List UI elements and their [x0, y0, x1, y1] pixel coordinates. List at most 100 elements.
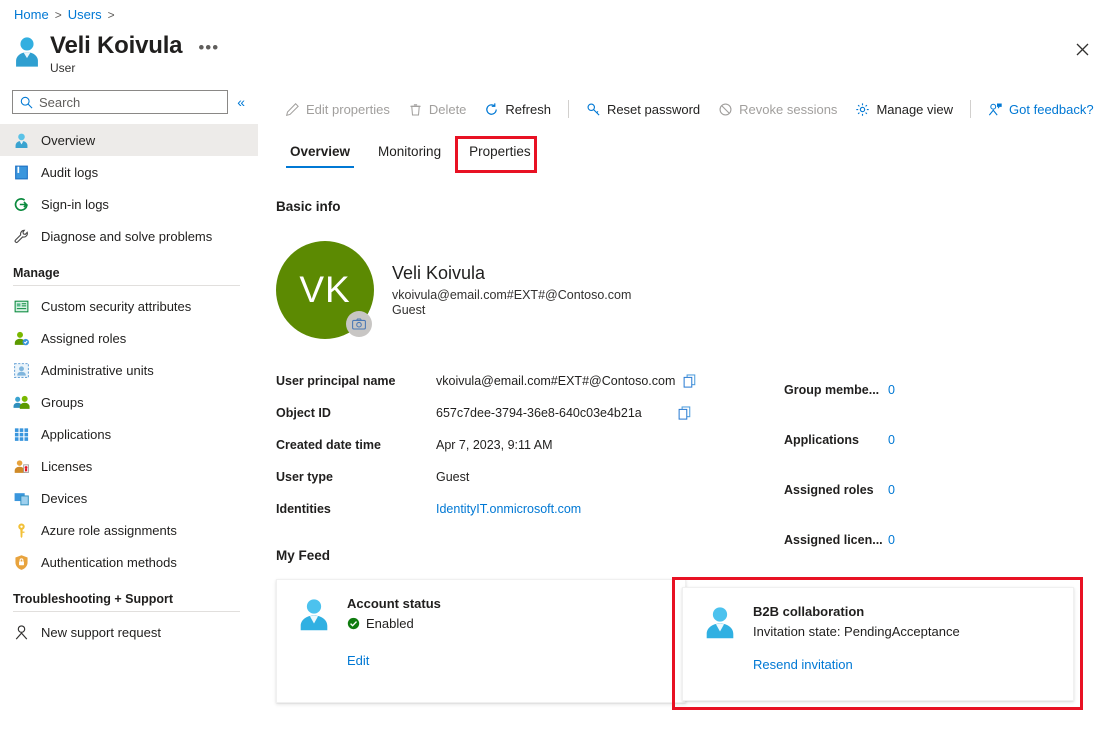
sidebar-item-applications[interactable]: Applications — [0, 418, 258, 450]
search-icon — [20, 96, 33, 108]
count-label: Group membe... — [784, 383, 880, 397]
user-profile: VK Veli Koivula vkoivula@email.com#EXT#@… — [276, 241, 631, 339]
copy-button[interactable] — [678, 405, 692, 421]
count-row-assigned-licenses: Assigned licen... 0 — [784, 515, 895, 565]
account-status-card: Account status Enabled Edit — [276, 579, 686, 703]
sidebar-item-administrative-units[interactable]: Administrative units — [0, 354, 258, 386]
command-label: Got feedback? — [1009, 101, 1094, 117]
sidebar-item-label: Audit logs — [41, 164, 99, 180]
sidebar-item-label: Sign-in logs — [41, 196, 109, 212]
change-photo-button[interactable] — [346, 311, 372, 337]
sidebar: « Overview Audit logs Sign-in logs — [0, 90, 258, 648]
tab-bar: Overview Monitoring Properties — [276, 138, 545, 168]
devices-icon — [14, 492, 29, 505]
tab-properties[interactable]: Properties — [455, 138, 545, 168]
sidebar-item-label: Custom security attributes — [41, 298, 192, 314]
breadcrumb-item-home[interactable]: Home — [14, 7, 49, 22]
property-row-object-id: Object ID 657c7dee-3794-36e8-640c03e4b21… — [276, 397, 697, 429]
sidebar-item-azure-role-assignments[interactable]: Azure role assignments — [0, 514, 258, 546]
sidebar-item-custom-security-attributes[interactable]: Custom security attributes — [0, 290, 258, 322]
copy-button[interactable] — [683, 373, 697, 389]
edit-link[interactable]: Edit — [347, 653, 369, 668]
command-bar: Edit properties Delete Refresh Reset pas… — [276, 94, 1103, 124]
refresh-icon — [486, 102, 498, 115]
count-value[interactable]: 0 — [888, 433, 895, 447]
property-row-user-type: User type Guest — [276, 461, 697, 493]
key-icon — [18, 522, 25, 538]
revoke-sessions-button[interactable]: Revoke sessions — [709, 97, 846, 122]
avatar: VK — [276, 241, 374, 339]
sidebar-item-authentication-methods[interactable]: Authentication methods — [0, 546, 258, 578]
property-label: User type — [276, 470, 333, 484]
wrench-icon — [14, 229, 28, 243]
command-separator — [567, 100, 569, 118]
sidebar-item-groups[interactable]: Groups — [0, 386, 258, 418]
delete-button[interactable]: Delete — [399, 97, 476, 122]
sidebar-item-diagnose-and-solve-problems[interactable]: Diagnose and solve problems — [0, 220, 258, 252]
shield-lock-icon — [15, 554, 28, 570]
search-box[interactable] — [12, 90, 229, 114]
sidebar-item-label: Licenses — [41, 458, 93, 474]
license-icon — [14, 459, 29, 473]
sidebar-item-devices[interactable]: Devices — [0, 482, 258, 514]
property-list: User principal name vkoivula@email.com#E… — [276, 365, 697, 525]
attributes-icon — [14, 300, 29, 312]
sidebar-item-sign-in-logs[interactable]: Sign-in logs — [0, 188, 258, 220]
copy-icon — [678, 405, 691, 420]
check-circle-icon — [347, 617, 360, 630]
edit-properties-button[interactable]: Edit properties — [276, 97, 399, 122]
count-value[interactable]: 0 — [888, 533, 895, 547]
sidebar-item-label: Administrative units — [41, 362, 154, 378]
sidebar-item-overview[interactable]: Overview — [0, 124, 258, 156]
count-value[interactable]: 0 — [888, 483, 895, 497]
breadcrumb-item-users[interactable]: Users — [68, 7, 102, 22]
sidebar-item-licenses[interactable]: Licenses — [0, 450, 258, 482]
main-content: Edit properties Delete Refresh Reset pas… — [258, 0, 1107, 733]
sidebar-item-label: New support request — [41, 624, 161, 640]
card-status-text: Enabled — [366, 616, 414, 631]
sidebar-search-row: « — [0, 90, 258, 114]
user-avatar-icon — [16, 37, 38, 67]
count-value[interactable]: 0 — [888, 383, 895, 397]
count-row-applications: Applications 0 — [784, 415, 895, 465]
b2b-collaboration-card: B2B collaboration Invitation state: Pend… — [682, 587, 1074, 701]
command-label: Manage view — [876, 101, 954, 117]
search-input[interactable] — [39, 94, 228, 110]
sidebar-item-assigned-roles[interactable]: Assigned roles — [0, 322, 258, 354]
resend-invitation-link[interactable]: Resend invitation — [753, 657, 853, 672]
property-row-identities: Identities IdentityIT.onmicrosoft.com — [276, 493, 697, 525]
card-title: Account status — [347, 596, 441, 611]
page-header: Veli Koivula ••• User — [12, 32, 223, 75]
sidebar-divider — [13, 611, 240, 612]
profile-user-type: Guest — [392, 303, 426, 317]
breadcrumb-separator: > — [54, 7, 62, 22]
property-value: vkoivula@email.com#EXT#@Contoso.com — [436, 374, 676, 388]
command-label: Refresh — [505, 101, 551, 117]
refresh-button[interactable]: Refresh — [475, 97, 560, 122]
count-list: Group membe... 0 Applications 0 Assigned… — [784, 365, 895, 565]
got-feedback-button[interactable]: Got feedback? — [979, 97, 1103, 122]
more-options-button[interactable]: ••• — [194, 39, 223, 56]
count-row-assigned-roles: Assigned roles 0 — [784, 465, 895, 515]
tab-overview[interactable]: Overview — [276, 138, 364, 168]
sidebar-item-new-support-request[interactable]: New support request — [0, 616, 258, 648]
manage-view-button[interactable]: Manage view — [846, 97, 962, 122]
property-value-link[interactable]: IdentityIT.onmicrosoft.com — [436, 502, 581, 516]
copy-icon — [683, 373, 696, 388]
sidebar-item-label: Groups — [41, 394, 84, 410]
sidebar-item-label: Applications — [41, 426, 112, 442]
trash-icon — [410, 103, 421, 116]
card-status: Invitation state: PendingAcceptance — [753, 624, 960, 639]
profile-name: Veli Koivula — [392, 263, 486, 283]
tab-monitoring[interactable]: Monitoring — [364, 138, 455, 168]
page-title: Veli Koivula — [50, 32, 183, 59]
property-value: 657c7dee-3794-36e8-640c03e4b21a — [436, 406, 642, 420]
collapse-sidebar-button[interactable]: « — [234, 93, 248, 111]
command-label: Delete — [428, 101, 467, 117]
reset-password-button[interactable]: Reset password — [577, 97, 709, 122]
block-icon — [719, 102, 732, 116]
camera-icon — [352, 318, 366, 330]
sidebar-item-label: Assigned roles — [41, 330, 127, 346]
sidebar-item-audit-logs[interactable]: Audit logs — [0, 156, 258, 188]
assigned-roles-icon — [14, 331, 29, 345]
